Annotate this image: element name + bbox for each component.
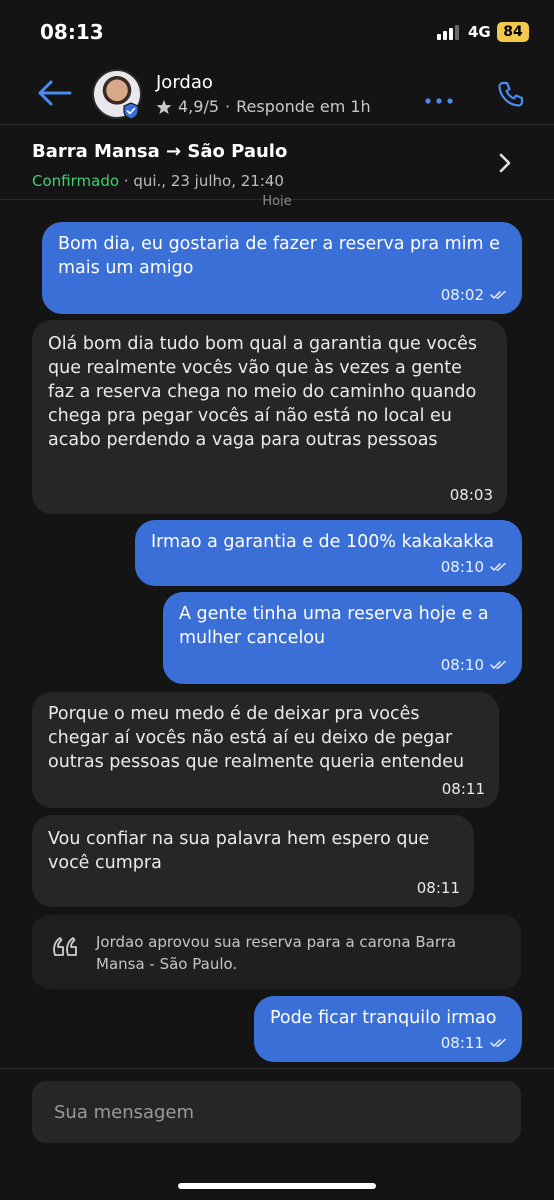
message-bubble-incoming[interactable]: Vou confiar na sua palavra hem espero qu… — [32, 815, 474, 907]
trip-summary[interactable]: Barra Mansa → São Paulo Confirmado · qui… — [0, 124, 554, 200]
double-check-icon — [490, 1038, 506, 1048]
message-meta: 08:10 — [441, 555, 508, 579]
signal-strength-icon — [437, 24, 463, 40]
message-time: 08:03 — [449, 486, 493, 504]
message-meta: 08:03 — [450, 483, 493, 507]
message-text: A gente tinha uma reserva hoje e a mulhe… — [179, 604, 489, 648]
status-bar: 08:13 4G 84 — [0, 0, 554, 64]
message-time: 08:11 — [440, 1034, 484, 1052]
contact-rating-line: 4,9/5 · Responde em 1h — [156, 97, 371, 116]
message-time: 08:11 — [441, 780, 485, 798]
double-check-icon — [490, 562, 506, 572]
system-message-text: Jordao aprovou sua reserva para a carona… — [96, 933, 457, 973]
reservation-approved-notice: Jordao aprovou sua reserva para a carona… — [32, 915, 521, 989]
message-text: Porque o meu medo é de deixar pra vocês … — [48, 704, 465, 772]
message-time: 08:02 — [440, 286, 484, 304]
more-options-button[interactable] — [424, 90, 454, 104]
network-type: 4G — [468, 23, 491, 41]
message-meta: 08:11 — [442, 777, 485, 801]
message-meta: 08:11 — [441, 1031, 508, 1055]
trip-datetime: · qui., 23 julho, 21:40 — [119, 172, 284, 190]
message-time: 08:10 — [440, 656, 484, 674]
message-text: Pode ficar tranquilo irmao — [270, 1008, 497, 1028]
back-button[interactable] — [34, 78, 74, 108]
trip-route: Barra Mansa → São Paulo — [32, 141, 288, 162]
message-time: 08:10 — [440, 558, 484, 576]
message-text: Olá bom dia tudo bom qual a garantia que… — [48, 334, 477, 450]
quote-icon — [53, 937, 77, 956]
message-text: Bom dia, eu gostaria de fazer a reserva … — [58, 234, 500, 278]
verified-shield-icon — [123, 102, 139, 120]
chat-header: Jordao 4,9/5 · Responde em 1h — [0, 64, 554, 124]
message-bubble-outgoing[interactable]: A gente tinha uma reserva hoje e a mulhe… — [163, 592, 522, 684]
message-bubble-incoming[interactable]: Olá bom dia tudo bom qual a garantia que… — [32, 320, 507, 514]
message-bubble-outgoing[interactable]: Bom dia, eu gostaria de fazer a reserva … — [42, 222, 522, 314]
day-separator: Hoje — [262, 194, 292, 206]
call-button[interactable] — [497, 80, 525, 108]
trip-meta: Confirmado · qui., 23 julho, 21:40 — [32, 172, 284, 190]
message-meta: 08:10 — [441, 653, 508, 677]
back-arrow-icon — [38, 80, 72, 106]
message-input[interactable] — [32, 1081, 521, 1143]
message-bubble-outgoing[interactable]: Irmao a garantia e de 100% kakakakka 08:… — [135, 520, 522, 586]
double-check-icon — [490, 290, 506, 300]
contact-name[interactable]: Jordao — [156, 72, 213, 93]
message-bubble-incoming[interactable]: Porque o meu medo é de deixar pra vocês … — [32, 692, 499, 808]
rating-value: 4,9/5 — [178, 97, 220, 116]
home-indicator[interactable] — [178, 1183, 376, 1189]
phone-icon — [498, 81, 524, 107]
trip-status: Confirmado — [32, 172, 120, 190]
message-text: Vou confiar na sua palavra hem espero qu… — [48, 829, 430, 873]
star-icon — [156, 99, 172, 114]
message-meta: 08:11 — [417, 876, 460, 900]
more-dots-icon — [425, 98, 453, 104]
response-time: Responde em 1h — [236, 97, 371, 116]
battery-icon: 84 — [497, 22, 529, 42]
message-bubble-outgoing[interactable]: Pode ficar tranquilo irmao 08:11 — [254, 996, 522, 1062]
status-time: 08:13 — [40, 20, 104, 44]
double-check-icon — [490, 660, 506, 670]
message-text: Irmao a garantia e de 100% kakakakka — [151, 532, 494, 552]
message-meta: 08:02 — [441, 283, 508, 307]
message-time: 08:11 — [416, 879, 460, 897]
chevron-right-icon — [499, 153, 511, 173]
composer-bar — [0, 1068, 554, 1200]
rating-separator: · — [225, 97, 231, 116]
